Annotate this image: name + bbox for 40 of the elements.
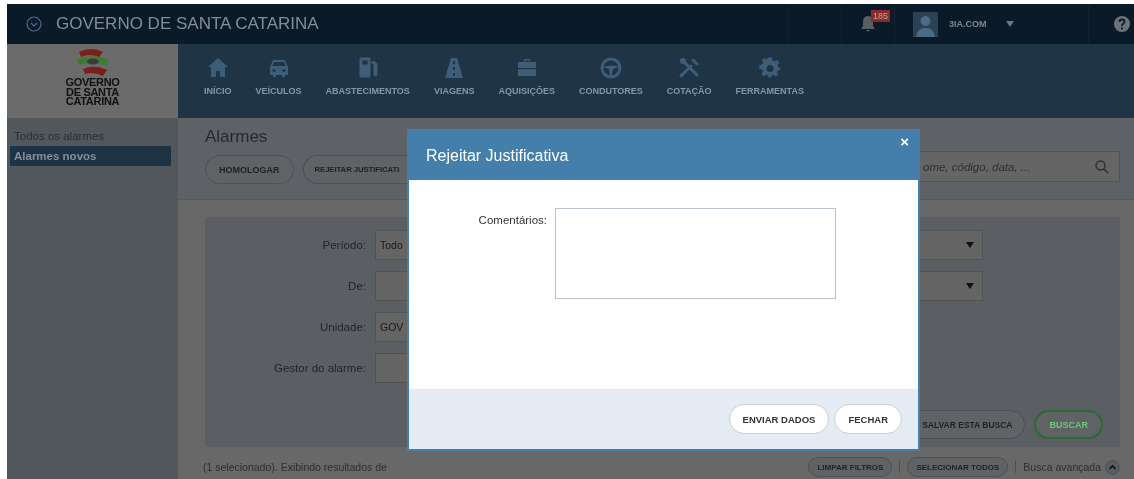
nav-item[interactable]: AQUISIÇÕES xyxy=(486,44,567,118)
sidebar-item[interactable]: Alarmes novos xyxy=(10,146,171,166)
search-icon[interactable] xyxy=(1095,159,1109,174)
nav-item[interactable]: ABASTECIMENTOS xyxy=(313,44,422,118)
advanced-search-link[interactable]: Busca avançada xyxy=(1023,461,1101,473)
comment-field[interactable] xyxy=(555,208,836,299)
close-button[interactable]: × xyxy=(896,131,913,152)
field-label: Gestor do alarme: xyxy=(272,362,366,374)
results-button[interactable]: LIMPAR FILTROS xyxy=(808,457,893,477)
nav-item[interactable]: FERRAMENTAS xyxy=(723,44,816,118)
avatar-icon[interactable] xyxy=(913,11,938,37)
dialog-button[interactable]: FECHAR xyxy=(834,404,902,434)
nav-item[interactable]: CONDUTORES xyxy=(566,44,655,118)
logo-text: GOVERNO DE SANTA CATARINA xyxy=(65,78,120,107)
field-label: De: xyxy=(347,280,366,292)
search-button[interactable]: BUSCAR xyxy=(1034,410,1103,439)
chevron-down-circle-icon[interactable] xyxy=(26,16,42,32)
nav-icon xyxy=(598,56,623,80)
field-label: Unidade: xyxy=(318,321,366,333)
dialog-button[interactable]: ENVIAR DADOS xyxy=(728,404,830,434)
nav-item[interactable]: VIAGENS xyxy=(421,44,487,118)
field-label: Período: xyxy=(321,239,366,251)
chevron-up-circle-icon[interactable] xyxy=(1105,459,1120,475)
field-label: Comentários: xyxy=(477,214,547,228)
help-icon[interactable] xyxy=(1114,16,1130,32)
nav-item[interactable]: INÍCIO xyxy=(192,44,244,118)
nav-item[interactable]: COTAÇÃO xyxy=(654,44,724,118)
nav-icon xyxy=(757,56,782,80)
notification-badge: 185 xyxy=(871,10,891,22)
nav-item[interactable]: VEÍCULOS xyxy=(243,44,314,118)
caret-icon[interactable] xyxy=(1005,21,1014,27)
dialog-title: Rejeitar Justificativa xyxy=(426,146,569,165)
results-button[interactable]: SELECIONAR TODOS xyxy=(907,457,1009,477)
caret-icon xyxy=(966,242,974,248)
caret-icon xyxy=(966,283,974,289)
page-title: Alarmes xyxy=(205,127,268,147)
user-name[interactable]: 3IA.COM xyxy=(949,19,987,29)
action-button[interactable]: HOMOLOGAR xyxy=(205,155,294,184)
results-summary: (1 selecionado). Exibindo resultados de xyxy=(203,461,388,473)
app-title: GOVERNO DE SANTA CATARINA xyxy=(56,14,320,34)
